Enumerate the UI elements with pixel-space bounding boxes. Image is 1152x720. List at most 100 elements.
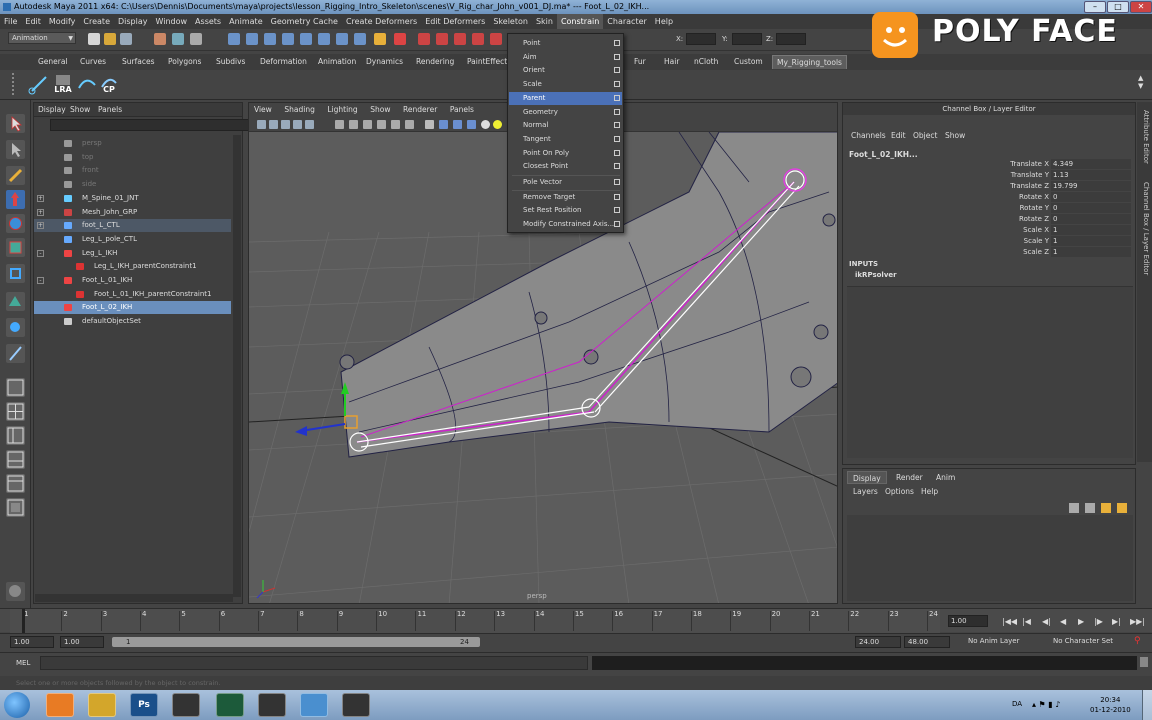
show-menu[interactable]: Show: [945, 131, 965, 140]
photoshop-icon[interactable]: Ps: [130, 693, 158, 717]
options-menu[interactable]: Options: [885, 487, 914, 496]
menu-display[interactable]: Display: [114, 14, 152, 29]
snap-view-plane-icon[interactable]: [282, 33, 294, 45]
new-scene-icon[interactable]: [88, 33, 100, 45]
outliner-vertical-scrollbar[interactable]: [233, 135, 241, 597]
render-region-icon[interactable]: [490, 33, 502, 45]
option-box-icon[interactable]: [614, 163, 620, 170]
channel-row[interactable]: Scale X1: [993, 225, 1133, 236]
channel-box-tab[interactable]: Channel Box / Layer Editor: [1139, 182, 1150, 275]
channel-row[interactable]: Rotate Z0: [993, 214, 1133, 225]
lock-icon[interactable]: [374, 33, 386, 45]
new-layer-icon[interactable]: [1069, 503, 1079, 513]
layout-persp-graph-icon[interactable]: [6, 450, 25, 469]
channel-row[interactable]: Translate Y 1.13: [993, 170, 1133, 181]
constrain-aim-item[interactable]: Aim: [509, 51, 622, 64]
menu-create-deformers[interactable]: Create Deformers: [342, 14, 421, 29]
menu-edit[interactable]: Edit: [21, 14, 45, 29]
menu-create[interactable]: Create: [79, 14, 114, 29]
constrain-modify-constrained-axis-item[interactable]: Modify Constrained Axis...: [509, 218, 622, 231]
channel-value[interactable]: 4.349: [1051, 159, 1131, 169]
grid-toggle-icon[interactable]: [305, 120, 314, 129]
channel-value[interactable]: 1: [1051, 225, 1131, 235]
y-field[interactable]: [732, 33, 762, 45]
channel-value[interactable]: 0: [1051, 203, 1131, 213]
smooth-shade-icon[interactable]: [439, 120, 448, 129]
layout-custom-icon[interactable]: [6, 498, 25, 517]
outliner-menu-display[interactable]: Display: [38, 103, 66, 117]
constrain-point-item[interactable]: Point: [509, 37, 622, 50]
constrain-closest-point-item[interactable]: Closest Point: [509, 160, 622, 173]
select-tool-icon[interactable]: [6, 114, 25, 133]
app-icon-4[interactable]: [172, 693, 200, 717]
expand-toggle-icon[interactable]: +: [37, 222, 44, 230]
constrain-set-rest-position-item[interactable]: Set Rest Position: [509, 204, 622, 217]
maya-icon[interactable]: [88, 693, 116, 717]
curve-tool-icon[interactable]: [76, 73, 98, 95]
outliner-item[interactable]: - Leg_L_IKH: [34, 247, 231, 260]
option-box-icon[interactable]: [614, 193, 620, 200]
channels-menu[interactable]: Channels: [851, 131, 886, 140]
menu-window[interactable]: Window: [152, 14, 192, 29]
wireframe-on-shaded-icon[interactable]: [453, 120, 462, 129]
app-icon-8[interactable]: [342, 693, 370, 717]
layer-options2-icon[interactable]: [1117, 503, 1127, 513]
menu-help[interactable]: Help: [651, 14, 677, 29]
channel-value[interactable]: 1: [1051, 247, 1131, 257]
app-icon-6[interactable]: [258, 693, 286, 717]
go-to-start-icon[interactable]: |◀◀: [1002, 617, 1017, 626]
play-backward-icon[interactable]: ◀: [1060, 617, 1066, 626]
ipr-render-icon[interactable]: [418, 33, 430, 45]
layout-hypershade-icon[interactable]: [6, 474, 25, 493]
viewport-menu-panels[interactable]: Panels: [445, 103, 479, 117]
shelf-tab-dynamics[interactable]: Dynamics: [362, 55, 407, 69]
constrain-normal-item[interactable]: Normal: [509, 119, 622, 132]
select-hierarchy-icon[interactable]: [154, 33, 166, 45]
history-icon[interactable]: [318, 33, 330, 45]
shelf-tab-deformation[interactable]: Deformation: [256, 55, 311, 69]
shelf-tab-curves[interactable]: Curves: [76, 55, 110, 69]
layout-persp-outliner-icon[interactable]: [6, 426, 25, 445]
move-manipulator-z-head[interactable]: [295, 426, 307, 436]
channel-row[interactable]: Rotate Y0: [993, 203, 1133, 214]
make-live-icon[interactable]: [300, 33, 312, 45]
language-indicator[interactable]: DA: [1012, 700, 1022, 708]
tray-icons[interactable]: ▴ ⚑ ▮ ♪: [1032, 700, 1060, 709]
outliner-item[interactable]: Leg_L_pole_CTL: [34, 233, 231, 246]
mel-input[interactable]: [40, 656, 588, 670]
lra-icon[interactable]: LRA: [52, 73, 74, 95]
snap-point-icon[interactable]: [264, 33, 276, 45]
step-forward-key-icon[interactable]: ▶|: [1112, 617, 1121, 626]
playback-start-field[interactable]: 1.00: [60, 636, 104, 648]
render-view-icon[interactable]: [472, 33, 484, 45]
option-box-icon[interactable]: [614, 53, 620, 60]
open-scene-icon[interactable]: [104, 33, 116, 45]
shelf-tab-custom[interactable]: Custom: [730, 55, 767, 69]
shelf-tab-hair[interactable]: Hair: [660, 55, 683, 69]
film-gate-icon[interactable]: [335, 120, 344, 129]
output-ops-icon[interactable]: [354, 33, 366, 45]
expand-toggle-icon[interactable]: -: [37, 249, 44, 257]
outliner-item[interactable]: + foot_L_CTL: [34, 219, 231, 233]
outliner-item[interactable]: Foot_L_02_IKH: [34, 301, 231, 315]
expand-toggle-icon[interactable]: +: [37, 208, 44, 216]
select-object-icon[interactable]: [172, 33, 184, 45]
bookmark-icon[interactable]: [281, 120, 290, 129]
current-time-field[interactable]: 1.00: [948, 615, 988, 627]
wireframe-icon[interactable]: [425, 120, 434, 129]
constrain-geometry-item[interactable]: Geometry: [509, 106, 622, 119]
cp-icon[interactable]: CP: [98, 73, 120, 95]
paint-select-icon[interactable]: [6, 166, 25, 185]
soft-mod-icon[interactable]: [6, 292, 25, 311]
select-component-icon[interactable]: [190, 33, 202, 45]
character-set-selector[interactable]: No Character Set: [1050, 636, 1130, 648]
option-box-icon[interactable]: [614, 178, 620, 185]
system-clock[interactable]: 20:34 01-12-2010: [1090, 695, 1131, 715]
attribute-editor-tab[interactable]: Attribute Editor: [1139, 110, 1150, 164]
constrain-parent-item[interactable]: Parent: [509, 91, 622, 105]
time-slider-track[interactable]: 1 2 3 4 5 6 7 8 9 10 11 12 13 14 15 16 17 18 19 20 21 22 23 24: [10, 609, 940, 633]
outliner-item[interactable]: + M_Spine_01_JNT: [34, 192, 231, 205]
option-box-icon[interactable]: [614, 122, 620, 129]
outliner-menu-show[interactable]: Show: [70, 103, 90, 117]
constrain-pole-vector-item[interactable]: Pole Vector: [509, 176, 622, 189]
